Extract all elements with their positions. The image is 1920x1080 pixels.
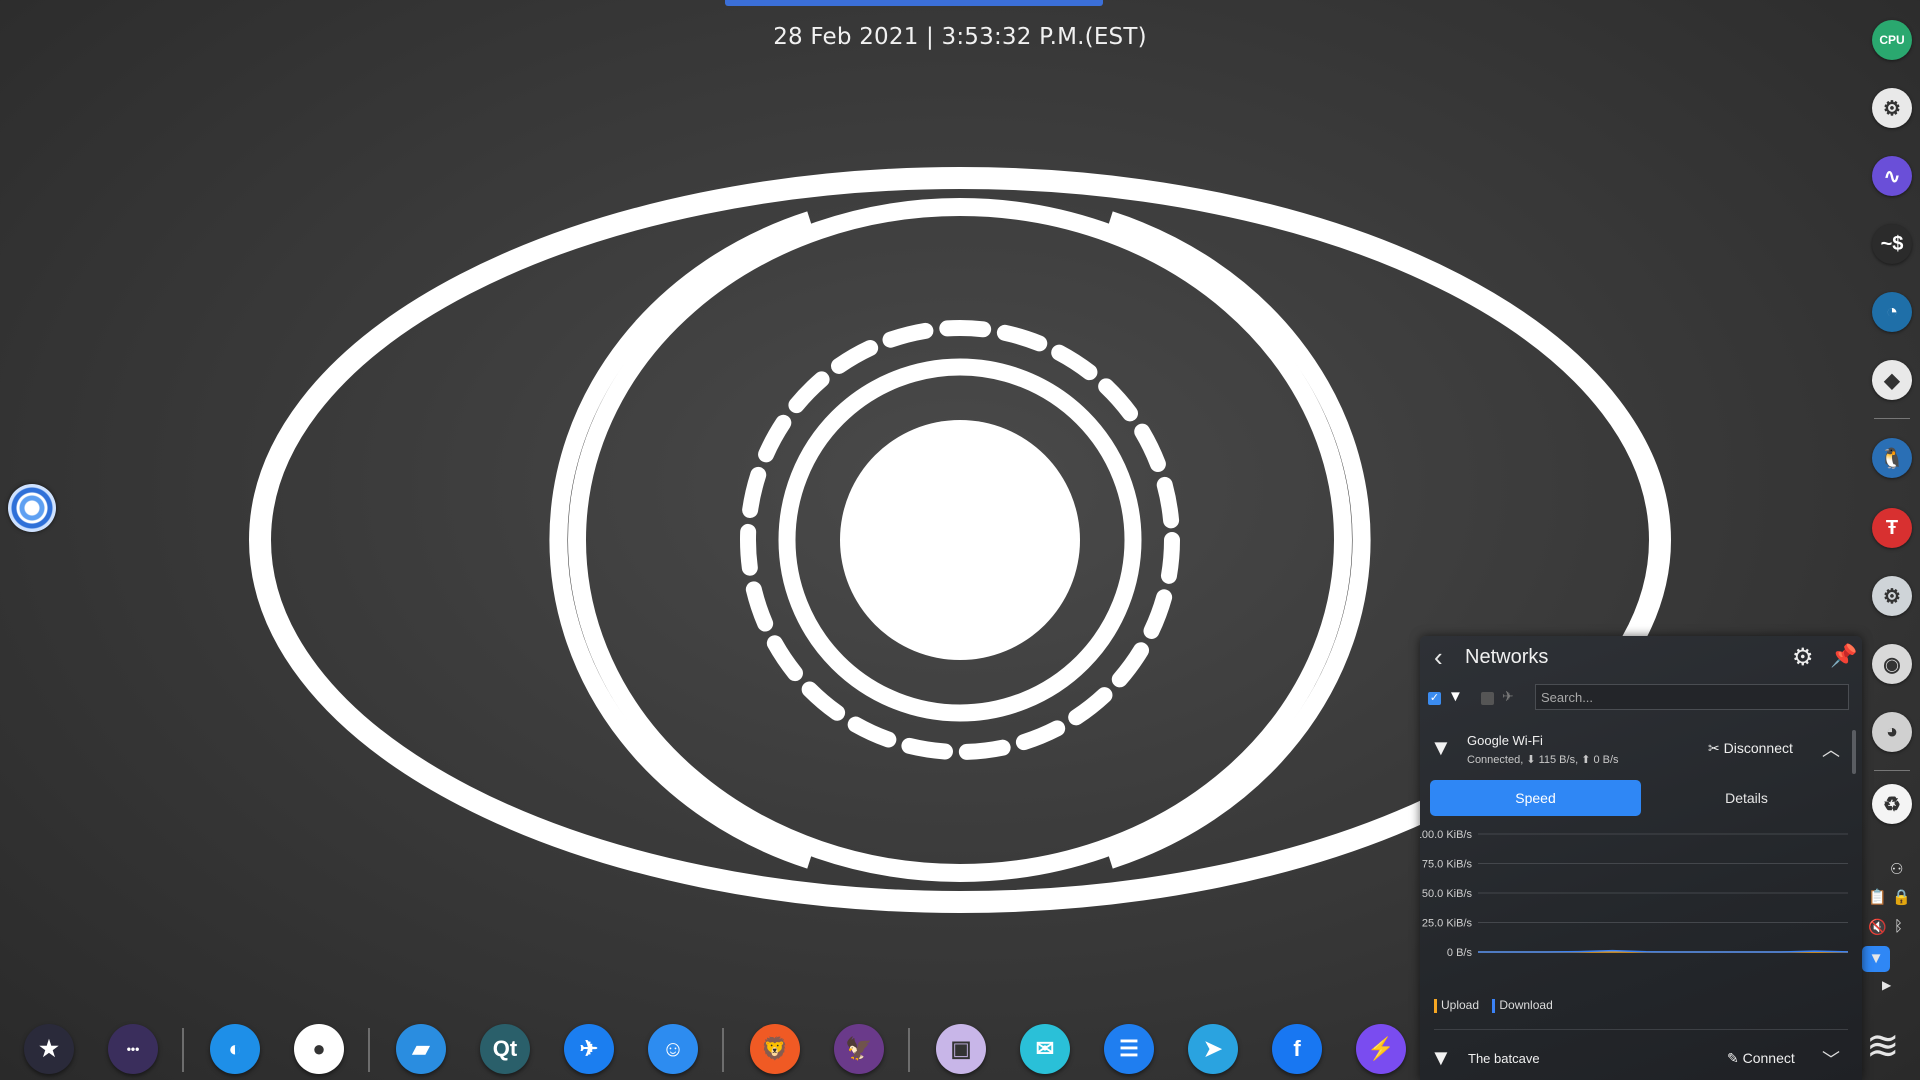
eagle-icon[interactable]: 🦅 [834, 1024, 884, 1074]
panel-divider [1434, 1029, 1848, 1030]
y-tick-label: 25.0 KiB/s [1422, 918, 1473, 930]
download-swatch [1492, 998, 1496, 1013]
bottom-dock-separator [722, 1028, 724, 1072]
terminal-icon[interactable]: ~$ [1872, 224, 1912, 264]
connect-button[interactable]: ✎ Connect [1727, 1050, 1795, 1067]
wifi-signal-lock-icon: ▼ [1430, 735, 1452, 760]
connect-label: Connect [1742, 1050, 1795, 1066]
launcher-orb-icon[interactable] [8, 484, 56, 532]
speedometer-icon[interactable]: ◔ [1872, 292, 1912, 332]
panel-header: ‹ Networks ⚙ 📌 [1420, 636, 1862, 680]
disk-icon[interactable]: ◉ [1872, 644, 1912, 684]
mail-icon[interactable]: ✉ [1020, 1024, 1070, 1074]
disconnect-label: Disconnect [1723, 740, 1793, 756]
wifi-icon: ▼ [1448, 688, 1463, 705]
bottom-dock: ★ ••• ◐ ● ▰ Qt ✈ ☺ 🦁 🦅 ▣ ✉ ☰ ➤ f ⚡ [0, 1018, 1420, 1080]
clipboard-icon[interactable]: 📋 [1868, 888, 1887, 906]
store-bag-icon[interactable]: ▰ [396, 1024, 446, 1074]
bottom-dock-separator [182, 1028, 184, 1072]
network-search-input[interactable] [1535, 684, 1849, 710]
chart-legend: Upload Download [1434, 998, 1553, 1013]
telegram-icon[interactable]: ➤ [1188, 1024, 1238, 1074]
lock-icon[interactable]: 🔒 [1892, 888, 1911, 906]
network-name: Google Wi-Fi [1467, 733, 1543, 748]
preferences-gear-icon[interactable]: ⚙ [1872, 576, 1912, 616]
finder-face-icon[interactable]: ☺ [648, 1024, 698, 1074]
volume-muted-icon[interactable]: 🔇 [1868, 918, 1887, 936]
linux-penguin-icon[interactable]: 🐧 [1872, 438, 1912, 478]
legend-upload: Upload [1441, 998, 1480, 1012]
layers-icon[interactable]: ≋ [1866, 1026, 1900, 1066]
brave-lion-icon[interactable]: 🦁 [750, 1024, 800, 1074]
top-panel-strip[interactable] [725, 0, 1103, 6]
bottom-dock-separator [908, 1028, 910, 1072]
unplug-icon: ✂ [1708, 740, 1724, 756]
font-manager-icon[interactable]: Ŧ [1872, 508, 1912, 548]
red-diamond-app-icon[interactable]: ◆ [1872, 360, 1912, 400]
user-switch-icon[interactable]: ⚇ [1890, 860, 1903, 878]
y-tick-label: 50.0 KiB/s [1422, 888, 1473, 900]
airplane-icon: ✈ [1502, 688, 1514, 704]
legend-download: Download [1499, 998, 1553, 1012]
y-tick-label: 0 B/s [1447, 947, 1473, 959]
bottom-dock-separator [368, 1028, 370, 1072]
network-status: Connected, ⬇ 115 B/s, ⬆ 0 B/s [1467, 754, 1619, 766]
panel-title: Networks [1465, 646, 1549, 668]
tab-speed[interactable]: Speed [1430, 780, 1641, 816]
qt-creator-icon[interactable]: Qt [480, 1024, 530, 1074]
tab-details[interactable]: Details [1641, 780, 1852, 816]
chat-icon[interactable]: ☰ [1104, 1024, 1154, 1074]
cpu-monitor-icon[interactable]: CPU [1872, 20, 1912, 60]
plug-icon: ✎ [1727, 1050, 1743, 1066]
settings-gear-icon[interactable]: ⚙ [1792, 643, 1814, 672]
audio-waveform-icon[interactable]: ∿ [1872, 156, 1912, 196]
pin-icon[interactable]: 📌 [1830, 643, 1857, 669]
system-settings-icon[interactable]: ⚙ [1872, 88, 1912, 128]
right-dock-separator [1874, 418, 1910, 419]
upload-swatch [1434, 998, 1437, 1013]
back-arrow-icon[interactable]: ‹ [1434, 644, 1443, 670]
bluetooth-icon[interactable]: ᛒ [1894, 918, 1903, 935]
disk-usage-icon[interactable]: ◕ [1872, 712, 1912, 752]
expand-tray-icon[interactable]: ▶ [1882, 978, 1891, 992]
wifi-signal-lock-icon: ▼ [1430, 1045, 1452, 1070]
speed-chart: 100.0 KiB/s 75.0 KiB/s 50.0 KiB/s 25.0 KiB/… [1420, 829, 1849, 959]
wifi-tray-icon[interactable]: ▼ [1862, 946, 1890, 972]
y-tick-label: 75.0 KiB/s [1422, 859, 1473, 871]
desktop-clock: 28 Feb 2021 | 3:53:32 P.M.(EST) [773, 24, 1147, 50]
more-dots-icon[interactable]: ••• [108, 1024, 158, 1074]
contrast-app-icon[interactable]: ◐ [210, 1024, 260, 1074]
trash-icon[interactable]: ♻ [1872, 784, 1912, 824]
series-line-download [1478, 949, 1849, 953]
network-name: The batcave [1468, 1051, 1540, 1066]
networks-panel: ‹ Networks ⚙ 📌 ✓ ▼ ✈ ▼ Google Wi-Fi Conn… [1420, 636, 1862, 1080]
wifi-enabled-checkbox[interactable]: ✓ [1428, 692, 1441, 705]
chevron-up-icon[interactable]: ︿ [1822, 736, 1840, 762]
right-dock: CPU ⚙ ∿ ~$ ◔ ◆ 🐧 Ŧ ⚙ ◉ ◕ ♻ ⚇ 📋 🔒 🔇 ᛒ ▼ ▶… [1858, 0, 1920, 1080]
facebook-icon[interactable]: f [1272, 1024, 1322, 1074]
airplane-mode-checkbox[interactable] [1481, 692, 1494, 705]
save-disk-icon[interactable]: ▣ [936, 1024, 986, 1074]
scrollbar[interactable] [1852, 730, 1856, 774]
telescope-icon[interactable]: ✈ [564, 1024, 614, 1074]
right-dock-separator [1874, 770, 1910, 771]
messenger-icon[interactable]: ⚡ [1356, 1024, 1406, 1074]
disconnect-button[interactable]: ✂ Disconnect [1708, 740, 1793, 757]
filter-row: ✓ ▼ ✈ [1420, 684, 1862, 712]
y-tick-label: 100.0 KiB/s [1420, 829, 1472, 841]
home-star-icon[interactable]: ★ [24, 1024, 74, 1074]
chevron-down-icon[interactable]: ﹀ [1822, 1046, 1840, 1072]
google-assistant-icon[interactable]: ● [294, 1024, 344, 1074]
